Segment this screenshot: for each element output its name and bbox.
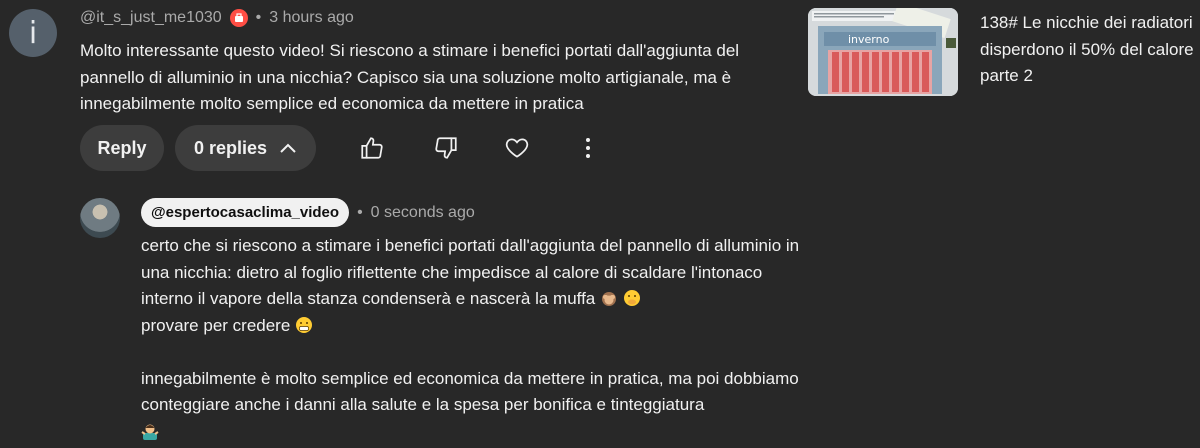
reply-line bbox=[141, 419, 801, 446]
commenter-avatar[interactable]: i bbox=[9, 9, 57, 57]
reply-paragraph: innegabilmente è molto semplice ed econo… bbox=[141, 366, 801, 419]
comment-author[interactable]: @it_s_just_me1030 bbox=[80, 9, 222, 27]
reply-text: certo che si riescono a stimare i benefi… bbox=[141, 233, 801, 445]
dislike-icon[interactable] bbox=[432, 134, 460, 162]
reply-avatar[interactable] bbox=[80, 198, 120, 238]
comment-time[interactable]: 3 hours ago bbox=[269, 9, 354, 27]
top-comment: @it_s_just_me1030 • 3 hours ago Molto in… bbox=[80, 8, 780, 118]
reply-paragraph-1: certo che si riescono a stimare i benefi… bbox=[141, 236, 800, 308]
member-badge-icon bbox=[229, 9, 248, 27]
reply-paragraph: certo che si riescono a stimare i benefi… bbox=[141, 233, 801, 313]
reply-line: provare per credere bbox=[141, 313, 801, 340]
meta-separator: • bbox=[255, 9, 262, 26]
replies-toggle-button[interactable]: 0 replies bbox=[175, 125, 316, 171]
hand-over-mouth-emoji-icon bbox=[623, 289, 641, 307]
reply-author-chip[interactable]: @espertocasaclima_video bbox=[141, 198, 350, 227]
grimacing-emoji-icon bbox=[295, 316, 313, 334]
reply-line-2: provare per credere bbox=[141, 315, 291, 335]
more-options-icon[interactable] bbox=[574, 134, 602, 162]
like-icon[interactable] bbox=[358, 134, 386, 162]
person-shrugging-emoji-icon bbox=[141, 422, 159, 440]
video-title[interactable]: 138# Le nicchie dei radiatori disperdono… bbox=[980, 10, 1195, 90]
heart-icon[interactable] bbox=[503, 134, 531, 162]
reply-button-label: Reply bbox=[97, 137, 147, 158]
reply-button[interactable]: Reply bbox=[80, 125, 164, 171]
chevron-up-icon bbox=[279, 142, 297, 154]
video-thumbnail[interactable]: inverno bbox=[808, 8, 958, 96]
reply-paragraph-2: innegabilmente è molto semplice ed econo… bbox=[141, 368, 799, 415]
avatar-letter: i bbox=[28, 15, 38, 51]
reply-meta: @espertocasaclima_video • 0 seconds ago bbox=[141, 198, 801, 227]
thumbnail-label: inverno bbox=[848, 33, 890, 46]
replies-label: 0 replies bbox=[193, 137, 268, 158]
comment-meta: @it_s_just_me1030 • 3 hours ago bbox=[80, 8, 780, 28]
comment-actions: Reply 0 replies bbox=[80, 125, 316, 171]
reply-time[interactable]: 0 seconds ago bbox=[371, 204, 475, 222]
comment-text: Molto interessante questo video! Si ries… bbox=[80, 41, 740, 113]
see-no-evil-monkey-emoji-icon bbox=[600, 289, 618, 307]
reply-meta-separator: • bbox=[357, 203, 363, 221]
